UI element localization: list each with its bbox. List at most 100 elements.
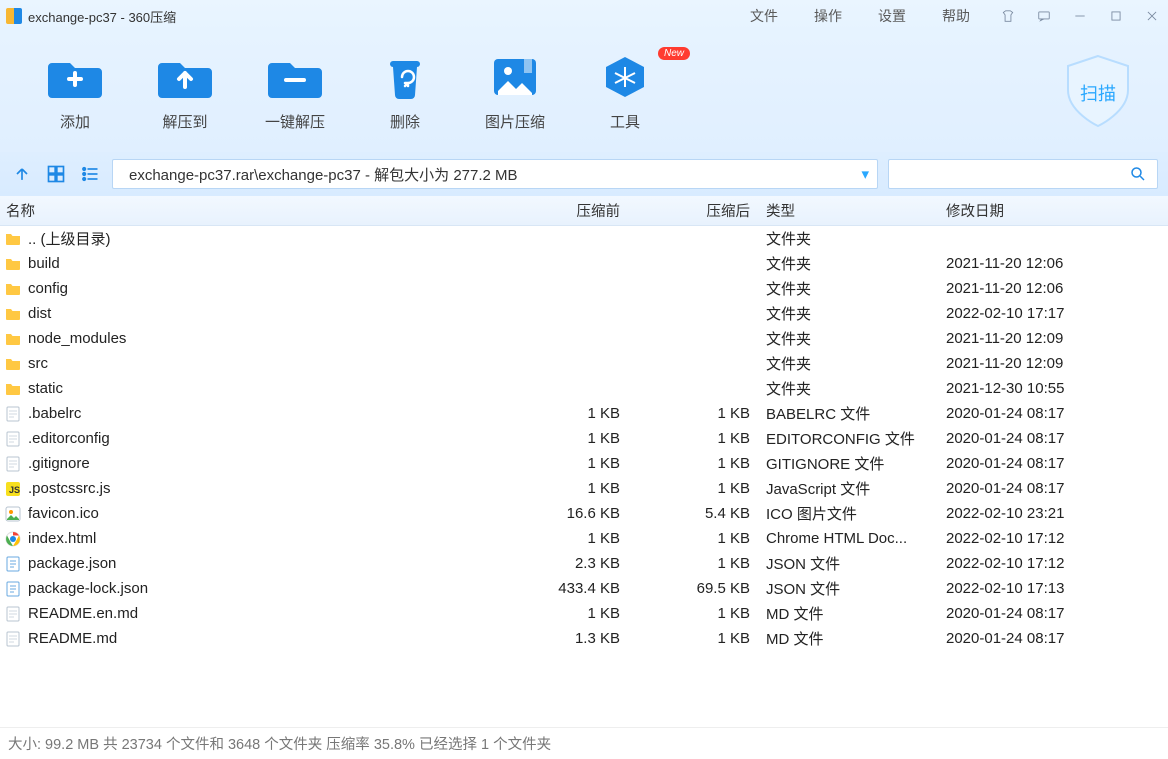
extract-to-button[interactable]: 解压到 [130,53,240,132]
table-row[interactable]: README.en.md1 KB1 KBMD 文件2020-01-24 08:1… [0,601,1168,626]
file-name: .babelrc [28,405,81,422]
view-icons-icon[interactable] [44,162,68,186]
path-text: exchange-pc37.rar\exchange-pc37 - 解包大小为 … [129,164,518,185]
file-type: 文件夹 [760,228,940,249]
col-before[interactable]: 压缩前 [520,200,630,221]
path-dropdown-icon[interactable]: ▾ [861,165,869,183]
size-after: 1 KB [630,630,760,647]
table-row[interactable]: .gitignore1 KB1 KBGITIGNORE 文件2020-01-24… [0,451,1168,476]
table-row[interactable]: favicon.ico16.6 KB5.4 KBICO 图片文件2022-02-… [0,501,1168,526]
extract-to-icon [158,53,212,101]
file-type: JavaScript 文件 [760,478,940,499]
menu-help[interactable]: 帮助 [924,2,988,30]
status-bar: 大小: 99.2 MB 共 23734 个文件和 3648 个文件夹 压缩率 3… [0,727,1168,759]
file-name: favicon.ico [28,505,99,522]
table-row[interactable]: .babelrc1 KB1 KBBABELRC 文件2020-01-24 08:… [0,401,1168,426]
one-click-extract-button[interactable]: 一键解压 [240,53,350,132]
file-list: .. (上级目录)文件夹build文件夹2021-11-20 12:06conf… [0,226,1168,651]
file-icon [4,405,22,423]
table-row[interactable]: README.md1.3 KB1 KBMD 文件2020-01-24 08:17 [0,626,1168,651]
toolbar: 添加 解压到 一键解压 删除 图片压缩 New 工具 扫描 [0,32,1168,152]
image-compress-button[interactable]: 图片压缩 [460,53,570,132]
json-icon [4,555,22,573]
file-type: 文件夹 [760,378,940,399]
ico-icon [4,505,22,523]
file-type: 文件夹 [760,253,940,274]
menu-operate[interactable]: 操作 [796,2,860,30]
delete-icon [378,53,432,101]
size-before: 1.3 KB [520,630,630,647]
file-type: Chrome HTML Doc... [760,530,940,547]
file-name: static [28,380,63,397]
size-before: 1 KB [520,605,630,622]
chrome-icon [4,530,22,548]
status-text: 大小: 99.2 MB 共 23734 个文件和 3648 个文件夹 压缩率 3… [8,733,551,754]
scan-shield-icon: 扫描 [1056,50,1140,134]
file-name: src [28,355,48,372]
file-type: BABELRC 文件 [760,403,940,424]
file-date: 2021-12-30 10:55 [940,380,1168,397]
col-name[interactable]: 名称 [0,200,520,221]
table-row[interactable]: node_modules文件夹2021-11-20 12:09 [0,326,1168,351]
table-row[interactable]: package-lock.json433.4 KB69.5 KBJSON 文件2… [0,576,1168,601]
size-before: 1 KB [520,530,630,547]
file-date: 2022-02-10 17:12 [940,530,1168,547]
table-row[interactable]: build文件夹2021-11-20 12:06 [0,251,1168,276]
file-type: MD 文件 [760,628,940,649]
table-row[interactable]: src 文件夹2021-11-20 12:09 [0,351,1168,376]
maximize-icon[interactable] [1106,6,1126,26]
file-name: index.html [28,530,96,547]
col-modified[interactable]: 修改日期 [940,200,1168,221]
add-button[interactable]: 添加 [20,53,130,132]
extract-to-label: 解压到 [162,111,207,132]
menu-file[interactable]: 文件 [732,2,796,30]
view-list-icon[interactable] [78,162,102,186]
table-row[interactable]: static 文件夹2021-12-30 10:55 [0,376,1168,401]
size-after: 1 KB [630,455,760,472]
table-row[interactable]: .postcssrc.js1 KB1 KBJavaScript 文件2020-0… [0,476,1168,501]
file-name: package.json [28,555,116,572]
file-date: 2020-01-24 08:17 [940,430,1168,447]
delete-button[interactable]: 删除 [350,53,460,132]
file-type: 文件夹 [760,353,940,374]
minimize-icon[interactable] [1070,6,1090,26]
close-icon[interactable] [1142,6,1162,26]
nav-up-icon[interactable] [10,162,34,186]
table-row[interactable]: config文件夹2021-11-20 12:06 [0,276,1168,301]
skin-icon[interactable] [998,6,1018,26]
folder-icon [4,355,22,373]
file-date: 2021-11-20 12:09 [940,355,1168,372]
file-date: 2020-01-24 08:17 [940,480,1168,497]
size-before: 1 KB [520,405,630,422]
file-date: 2021-11-20 12:09 [940,330,1168,347]
table-row[interactable]: dist文件夹2022-02-10 17:17 [0,301,1168,326]
file-name: dist [28,305,51,322]
feedback-icon[interactable] [1034,6,1054,26]
folder-icon [4,230,22,248]
scan-button[interactable]: 扫描 [1038,42,1158,142]
image-compress-icon [488,53,542,101]
file-type: JSON 文件 [760,553,940,574]
path-bar: exchange-pc37.rar\exchange-pc37 - 解包大小为 … [0,152,1168,196]
file-type: ICO 图片文件 [760,503,940,524]
folder-icon [4,330,22,348]
new-badge: New [658,47,690,60]
file-type: MD 文件 [760,603,940,624]
menu-settings[interactable]: 设置 [860,2,924,30]
path-input[interactable]: exchange-pc37.rar\exchange-pc37 - 解包大小为 … [112,159,878,189]
app-icon [6,8,22,24]
file-icon [4,630,22,648]
tools-button[interactable]: New 工具 [570,53,680,132]
file-name: node_modules [28,330,126,347]
table-row[interactable]: package.json2.3 KB1 KBJSON 文件2022-02-10 … [0,551,1168,576]
col-after[interactable]: 压缩后 [630,200,760,221]
file-type: EDITORCONFIG 文件 [760,428,940,449]
folder-icon [4,305,22,323]
search-icon [1129,165,1147,183]
table-row[interactable]: .. (上级目录)文件夹 [0,226,1168,251]
folder-icon [4,380,22,398]
table-row[interactable]: .editorconfig1 KB1 KBEDITORCONFIG 文件2020… [0,426,1168,451]
col-type[interactable]: 类型 [760,200,940,221]
table-row[interactable]: index.html1 KB1 KBChrome HTML Doc...2022… [0,526,1168,551]
search-input[interactable] [888,159,1158,189]
